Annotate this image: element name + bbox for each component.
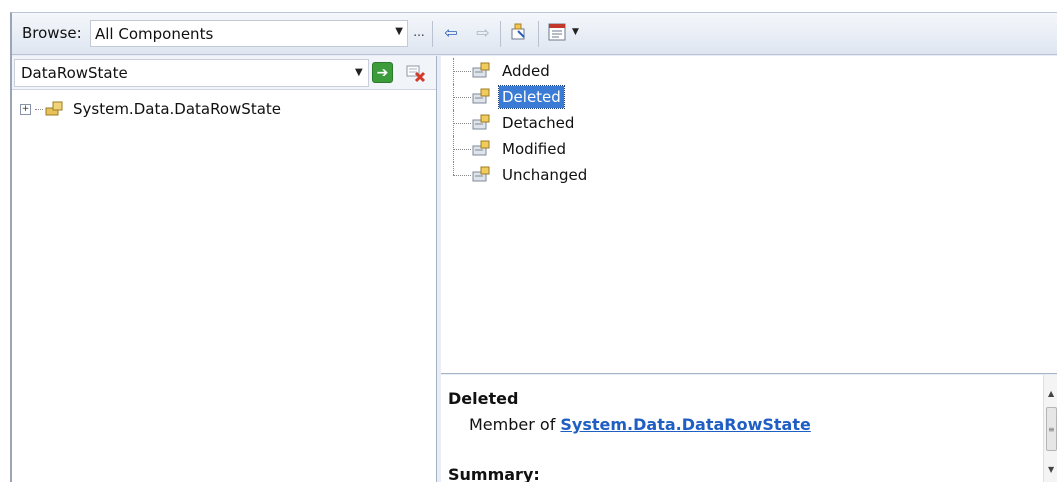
back-arrow-icon[interactable]: ⇦ [440,22,462,44]
edit-custom-component-set-button[interactable]: ... [411,20,427,47]
list-item[interactable]: Detached [451,110,590,136]
add-reference-icon[interactable] [508,22,530,44]
tree-connector [35,108,43,110]
list-item[interactable]: Unchanged [451,162,590,188]
enum-member-icon [471,140,495,158]
search-go-icon[interactable]: ➔ [372,62,393,83]
description-pane: Deleted Member of System.Data.DataRowSta… [441,375,1057,482]
enum-member-icon [471,88,495,106]
enum-member-icon [471,114,495,132]
scroll-up-icon[interactable]: ▲ [1048,389,1054,398]
toolbar-separator [538,21,539,47]
clear-search-icon[interactable] [404,61,428,85]
toolbar-separator [432,21,433,47]
browse-scope-dropdown[interactable]: All Components ▼ [90,20,408,47]
expand-icon[interactable]: + [20,103,31,115]
enum-icon [45,101,67,117]
member-of-prefix: Member of [469,415,561,434]
toolbar: Browse: All Components ▼ ... ⇦ ⇨ ▼ [12,13,1057,55]
member-label: Modified [502,140,567,158]
member-label: Added [502,62,550,80]
member-of-link[interactable]: System.Data.DataRowState [560,415,810,434]
summary-heading: Summary: [448,465,540,482]
member-label-selected: Deleted [498,85,565,109]
browse-label: Browse: [22,24,82,42]
members-list: Added Deleted Detached Modified Unchange… [451,58,590,188]
tree-item[interactable]: + System.Data.DataRowState [20,98,281,120]
chevron-down-icon[interactable]: ▼ [355,67,363,78]
description-title: Deleted [448,389,519,408]
members-pane: Added Deleted Detached Modified Unchange… [441,56,1057,374]
objects-pane: ▼ ➔ + Syst [12,56,437,482]
forward-arrow-icon[interactable]: ⇨ [472,22,494,44]
grip-icon: ≡ [1048,425,1055,434]
object-browser-settings-icon[interactable] [546,22,568,44]
scroll-thumb[interactable]: ≡ [1046,407,1057,451]
list-item[interactable]: Deleted [451,84,590,110]
objects-tree: + System.Data.DataRowState [20,98,281,120]
chevron-down-icon[interactable]: ▼ [572,27,579,37]
scroll-down-icon[interactable]: ▼ [1048,465,1054,474]
object-browser-window: Browse: All Components ▼ ... ⇦ ⇨ ▼ DataR… [10,12,1057,482]
list-item[interactable]: Added [451,58,590,84]
browse-scope-value: All Components [95,25,214,43]
search-input[interactable] [14,59,369,87]
tree-item-label: System.Data.DataRowState [73,100,282,118]
member-label: Detached [502,114,575,132]
enum-member-icon [471,62,495,80]
member-label: Unchanged [502,166,588,184]
list-item[interactable]: Modified [451,136,590,162]
toolbar-separator [500,21,501,47]
search-bar: ▼ ➔ [12,56,436,90]
description-scrollbar[interactable]: ▲ ≡ ▼ [1043,375,1057,482]
enum-member-icon [471,166,495,184]
member-of-text: Member of System.Data.DataRowState [469,415,811,434]
chevron-down-icon[interactable]: ▼ [395,26,403,37]
